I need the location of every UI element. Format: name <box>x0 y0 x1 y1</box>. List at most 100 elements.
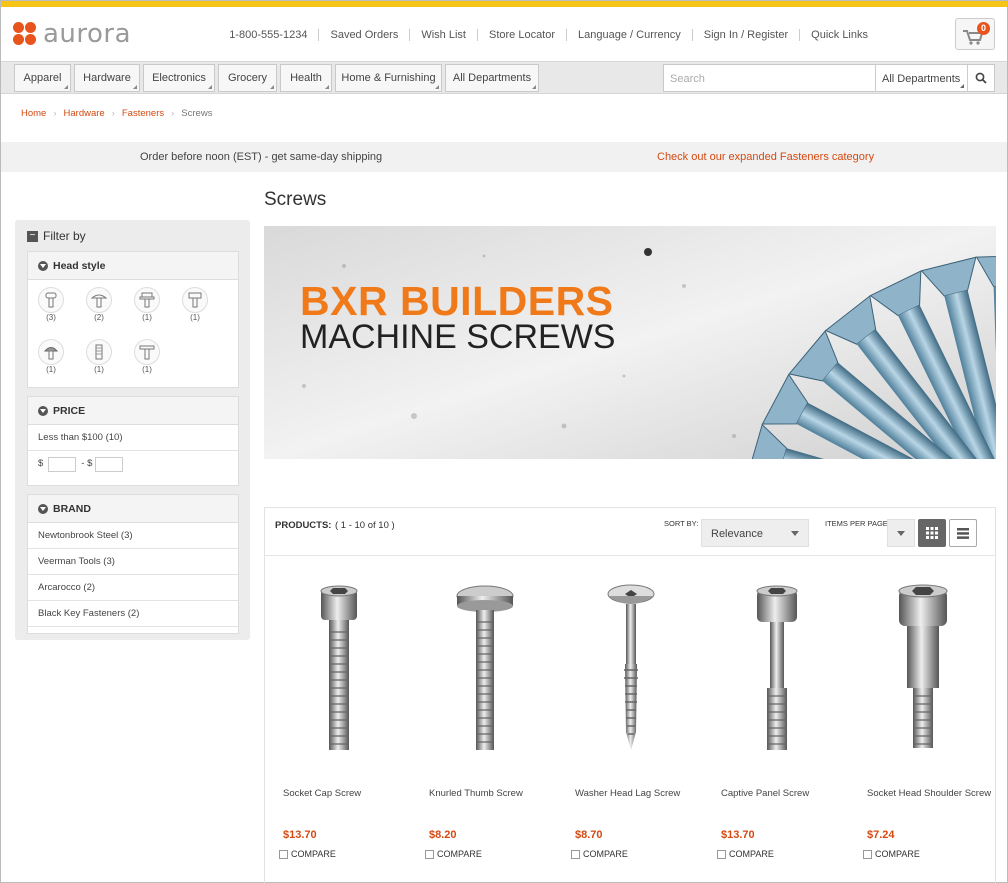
truss-head-icon <box>86 287 112 313</box>
items-per-page-label: ITEMS PER PAGE: <box>825 519 890 528</box>
head-style-count: (1) <box>142 313 152 322</box>
language-currency-link[interactable]: Language / Currency <box>566 29 692 41</box>
products-label: PRODUCTS: <box>275 520 332 531</box>
compare-checkbox[interactable]: COMPARE <box>863 849 920 859</box>
sort-label: SORT BY: <box>664 519 699 528</box>
cart-count-badge: 0 <box>977 22 990 35</box>
knurled-head-icon <box>38 339 64 365</box>
chevron-down-icon <box>38 503 48 514</box>
product-card[interactable]: Knurled Thumb Screw $8.20 COMPARE <box>415 568 555 878</box>
nav-electronics[interactable]: Electronics <box>143 64 215 92</box>
nav-grocery[interactable]: Grocery <box>218 64 277 92</box>
head-style-title: Head style <box>53 259 106 272</box>
quick-links-menu[interactable]: Quick Links <box>799 29 879 41</box>
head-style-option[interactable]: (1) <box>180 287 210 322</box>
sort-select[interactable]: Relevance <box>701 519 809 547</box>
brand-option[interactable]: Black Key Fasteners (2) <box>28 601 238 627</box>
product-price: $8.70 <box>575 829 603 841</box>
breadcrumb-hardware[interactable]: Hardware <box>64 108 105 119</box>
breadcrumb-home[interactable]: Home <box>21 108 46 119</box>
logo[interactable]: aurora <box>13 19 131 49</box>
product-name[interactable]: Knurled Thumb Screw <box>429 788 523 799</box>
saved-orders-link[interactable]: Saved Orders <box>318 29 409 41</box>
wish-list-link[interactable]: Wish List <box>409 29 477 41</box>
utility-links: 1-800-555-1234 Saved Orders Wish List St… <box>218 29 879 41</box>
captive-panel-screw-image <box>756 585 798 750</box>
price-range-separator: - $ <box>81 458 93 469</box>
product-price: $7.24 <box>867 829 895 841</box>
breadcrumb-fasteners[interactable]: Fasteners <box>122 108 164 119</box>
product-name[interactable]: Washer Head Lag Screw <box>575 788 680 799</box>
grid-icon <box>926 527 938 539</box>
price-filter: PRICE Less than $100 (10) $ - $ <box>27 396 239 486</box>
grid-view-button[interactable] <box>918 519 946 547</box>
nav-home-furnishing[interactable]: Home & Furnishing <box>335 64 442 92</box>
price-option[interactable]: Less than $100 (10) <box>28 425 238 451</box>
product-card[interactable]: Socket Head Shoulder Screw $7.24 COMPARE <box>853 568 993 878</box>
search-scope-select[interactable]: All Departments <box>876 65 968 91</box>
sign-in-link[interactable]: Sign In / Register <box>691 29 799 41</box>
compare-label: COMPARE <box>583 849 628 859</box>
items-per-page-select[interactable] <box>887 519 915 547</box>
brand-toggle[interactable]: BRAND <box>28 495 238 523</box>
head-style-option[interactable]: (2) <box>84 287 114 322</box>
head-style-count: (1) <box>142 365 152 374</box>
product-card[interactable]: Washer Head Lag Screw $8.70 COMPARE <box>561 568 701 878</box>
set-screw-icon <box>86 339 112 365</box>
nav-hardware[interactable]: Hardware <box>74 64 140 92</box>
promo-banner[interactable]: BXR BUILDERS MACHINE SCREWS <box>264 226 996 459</box>
compare-checkbox[interactable]: COMPARE <box>717 849 774 859</box>
washer-head-lag-screw-image <box>607 584 655 750</box>
compare-checkbox[interactable]: COMPARE <box>571 849 628 859</box>
product-price: $8.20 <box>429 829 457 841</box>
compare-checkbox[interactable]: COMPARE <box>425 849 482 859</box>
page-title: Screws <box>264 189 327 210</box>
search-input[interactable]: Search <box>664 65 876 91</box>
list-icon <box>957 527 969 539</box>
head-style-count: (1) <box>46 365 56 374</box>
product-grid: PRODUCTS: ( 1 - 10 of 10 ) SORT BY: Rele… <box>264 507 996 883</box>
price-max-input[interactable] <box>95 456 124 472</box>
nav-apparel[interactable]: Apparel <box>14 64 71 92</box>
store-locator-link[interactable]: Store Locator <box>476 29 566 41</box>
head-style-option[interactable]: (1) <box>36 339 66 374</box>
product-card[interactable]: Socket Cap Screw $13.70 COMPARE <box>269 568 409 878</box>
price-min-currency: $ <box>38 458 44 469</box>
product-name[interactable]: Socket Head Shoulder Screw <box>867 788 991 799</box>
socket-cap-screw-image <box>320 585 358 750</box>
nav-health[interactable]: Health <box>280 64 332 92</box>
head-style-toggle[interactable]: Head style <box>28 252 238 280</box>
knurled-thumb-screw-image <box>456 585 514 750</box>
breadcrumb: Home › Hardware › Fasteners › Screws <box>21 108 213 119</box>
product-name[interactable]: Captive Panel Screw <box>721 788 809 799</box>
head-style-filter: Head style (3) (2) (1) (1) (1) (1) (1) <box>27 251 239 388</box>
head-style-option[interactable]: (3) <box>36 287 66 322</box>
search-icon <box>975 72 987 84</box>
list-view-button[interactable] <box>949 519 977 547</box>
price-min-input[interactable] <box>48 456 77 472</box>
nav-all-departments[interactable]: All Departments <box>445 64 539 92</box>
price-toggle[interactable]: PRICE <box>28 397 238 425</box>
search-button[interactable] <box>968 65 994 91</box>
fasteners-promo-link[interactable]: Check out our expanded Fasteners categor… <box>657 151 874 163</box>
head-style-option[interactable]: (1) <box>132 287 162 322</box>
head-style-option[interactable]: (1) <box>84 339 114 374</box>
product-card[interactable]: Captive Panel Screw $13.70 COMPARE <box>707 568 847 878</box>
promo-strip: Order before noon (EST) - get same-day s… <box>1 142 1007 172</box>
product-name[interactable]: Socket Cap Screw <box>283 788 361 799</box>
brand-option[interactable]: Arcarocco (2) <box>28 575 238 601</box>
price-title: PRICE <box>53 404 86 417</box>
brand-option[interactable]: Newtonbrook Steel (3) <box>28 523 238 549</box>
cart-button[interactable]: 0 <box>955 18 995 50</box>
search-bar: Search All Departments <box>663 64 995 92</box>
compare-checkbox[interactable]: COMPARE <box>279 849 336 859</box>
product-price: $13.70 <box>283 829 317 841</box>
brand-option[interactable]: Veerman Tools (3) <box>28 549 238 575</box>
socket-head-shoulder-screw-image <box>898 584 948 748</box>
head-style-option[interactable]: (1) <box>132 339 162 374</box>
filter-title: Filter by <box>43 229 86 243</box>
products-range: ( 1 - 10 of 10 ) <box>335 520 395 531</box>
flange-head-icon <box>182 287 208 313</box>
filter-header[interactable]: − Filter by <box>27 229 86 243</box>
head-style-count: (1) <box>190 313 200 322</box>
